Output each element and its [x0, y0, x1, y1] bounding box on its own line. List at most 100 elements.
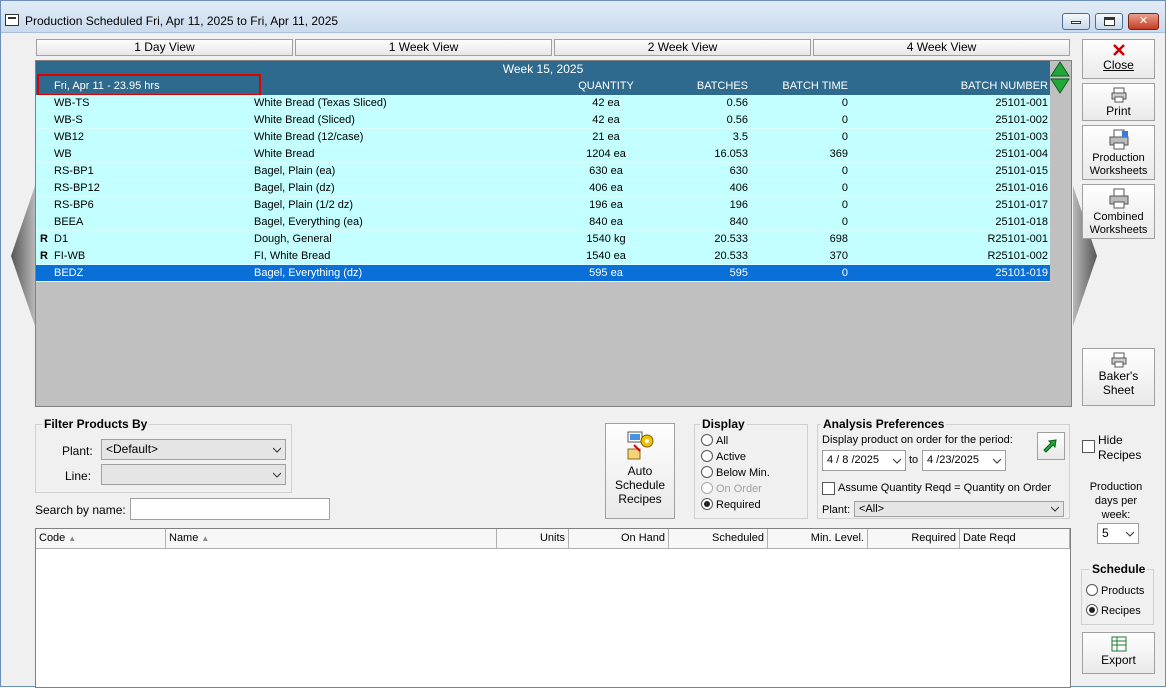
line-select[interactable]	[101, 464, 286, 485]
production-days-label: Production days per week:	[1083, 480, 1149, 522]
col-date-reqd[interactable]: Date Reqd	[960, 529, 1070, 549]
display-title: Display	[700, 417, 747, 431]
period-label: Display product on order for the period:	[822, 434, 1013, 446]
row-flag: R	[40, 233, 48, 245]
col-batches: BATCHES	[696, 80, 748, 92]
window-title: Production Scheduled Fri, Apr 11, 2025 t…	[25, 14, 339, 28]
row-name: White Bread (Texas Sliced)	[254, 97, 387, 109]
row-name: Bagel, Plain (ea)	[254, 165, 336, 177]
tab-1-day-view[interactable]: 1 Day View	[36, 39, 293, 56]
from-date-picker[interactable]: 4 / 8 /2025	[822, 450, 906, 471]
grid-row[interactable]: RS-BP12 Bagel, Plain (dz) 406 ea 406 0 25101-…	[36, 180, 1050, 197]
col-min-level[interactable]: Min. Level.	[768, 529, 868, 549]
col-batch-number: BATCH NUMBER	[960, 80, 1048, 92]
tab-1-week-view[interactable]: 1 Week View	[295, 39, 552, 56]
row-batch-number: R25101-002	[987, 250, 1048, 262]
grid-row[interactable]: WB-TS White Bread (Texas Sliced) 42 ea 0.56…	[36, 95, 1050, 112]
bakers-sheet-button[interactable]: Baker's Sheet	[1082, 348, 1155, 406]
production-worksheets-button[interactable]: Production Worksheets	[1082, 125, 1155, 180]
display-option-label: All	[716, 435, 729, 447]
grid-row[interactable]: RS-BP6 Bagel, Plain (1/2 dz) 196 ea 196 0 251…	[36, 197, 1050, 214]
row-code: BEEA	[54, 216, 84, 228]
hide-recipes-checkbox[interactable]	[1082, 440, 1095, 453]
tab-4-week-view[interactable]: 4 Week View	[813, 39, 1070, 56]
minimize-icon	[1071, 21, 1081, 24]
display-option-required[interactable]: Required	[701, 498, 761, 512]
row-code: D1	[54, 233, 69, 245]
grid-row[interactable]: BEEA Bagel, Everything (ea) 840 ea 840 0 2510…	[36, 214, 1050, 231]
chevron-down-icon	[1126, 531, 1134, 537]
col-units[interactable]: Units	[497, 529, 569, 549]
schedule-title: Schedule	[1090, 562, 1148, 576]
row-name: Bagel, Plain (dz)	[254, 182, 335, 194]
col-scheduled[interactable]: Scheduled	[669, 529, 768, 549]
schedule-products-radio[interactable]: Products	[1086, 584, 1144, 598]
row-batch-time: 369	[829, 148, 848, 160]
spreadsheet-export-icon	[1111, 636, 1126, 652]
refresh-analysis-button[interactable]	[1037, 432, 1065, 460]
maximize-button[interactable]	[1095, 13, 1123, 30]
to-date-picker[interactable]: 4 /23/2025	[922, 450, 1006, 471]
grid-row[interactable]: WB White Bread 1204 ea 16.053 369 25101-004	[36, 146, 1050, 163]
row-batches: 16.053	[714, 148, 748, 160]
plant-select[interactable]: <Default>	[101, 439, 286, 460]
row-batch-time: 0	[841, 131, 848, 143]
col-required[interactable]: Required	[868, 529, 960, 549]
row-batches: 3.5	[732, 131, 748, 143]
search-input[interactable]	[130, 498, 330, 520]
row-flag: R	[40, 250, 48, 262]
minimize-button[interactable]	[1062, 13, 1090, 30]
production-days-select[interactable]: 5	[1097, 523, 1139, 544]
green-down-arrow-icon	[1050, 78, 1070, 94]
row-batches: 0.56	[726, 114, 748, 126]
display-option-label: Required	[716, 499, 761, 511]
row-batches: 196	[729, 199, 748, 211]
analysis-title: Analysis Preferences	[821, 417, 947, 431]
analysis-plant-select[interactable]: <All>	[854, 501, 1064, 517]
close-button[interactable]: Close	[1082, 39, 1155, 79]
row-batch-time: 0	[841, 216, 848, 228]
scroll-down-button[interactable]	[1050, 78, 1070, 94]
previous-period-arrow-icon[interactable]	[11, 186, 35, 326]
row-batch-time: 370	[829, 250, 848, 262]
print-label: Print	[1106, 104, 1131, 118]
display-option-active[interactable]: Active	[701, 450, 746, 464]
chevron-down-icon	[273, 447, 281, 453]
scroll-up-button[interactable]	[1050, 61, 1070, 77]
col-name[interactable]: Name ▲	[166, 529, 497, 549]
tab-2-week-view[interactable]: 2 Week View	[554, 39, 811, 56]
prod-days-label-2: days per	[1094, 495, 1138, 507]
display-option-below-min[interactable]: Below Min.	[701, 466, 770, 480]
row-name: White Bread	[254, 148, 315, 160]
row-name: Bagel, Everything (dz)	[254, 267, 363, 279]
col-batch-time: BATCH TIME	[782, 80, 848, 92]
combined-worksheets-button[interactable]: Combined Worksheets	[1082, 184, 1155, 239]
col-on-hand[interactable]: On Hand	[569, 529, 669, 549]
plant-value: <Default>	[106, 442, 159, 456]
close-label: Close	[1103, 58, 1134, 72]
row-batch-number: 25101-001	[995, 97, 1048, 109]
grid-row[interactable]: WB-S White Bread (Sliced) 42 ea 0.56 0 25101-…	[36, 112, 1050, 129]
row-batch-number: R25101-001	[987, 233, 1048, 245]
row-name: White Bread (Sliced)	[254, 114, 355, 126]
print-button[interactable]: Print	[1082, 83, 1155, 121]
row-name: Bagel, Everything (ea)	[254, 216, 363, 228]
schedule-recipes-radio[interactable]: Recipes	[1086, 604, 1141, 618]
grid-row[interactable]: R D1 Dough, General 1540 kg 20.533 698 R25101-…	[36, 231, 1050, 248]
export-button[interactable]: Export	[1082, 632, 1155, 674]
assume-quantity-checkbox[interactable]	[822, 482, 835, 495]
radio-dot	[701, 434, 713, 446]
window-close-button[interactable]: ✕	[1128, 13, 1159, 30]
col-code[interactable]: Code ▲	[36, 529, 166, 549]
grid-row[interactable]: RS-BP1 Bagel, Plain (ea) 630 ea 630 0 25101-0…	[36, 163, 1050, 180]
row-code: RS-BP12	[54, 182, 100, 194]
grid-row[interactable]: R FI-WB FI, White Bread 1540 ea 20.533 370 R25…	[36, 248, 1050, 265]
grid-row[interactable]: WB12 White Bread (12/case) 21 ea 3.5 0 25101-…	[36, 129, 1050, 146]
row-name: White Bread (12/case)	[254, 131, 364, 143]
auto-schedule-recipes-button[interactable]: Auto Schedule Recipes	[605, 423, 675, 519]
display-option-all[interactable]: All	[701, 434, 728, 448]
row-batch-number: 25101-016	[995, 182, 1048, 194]
grid-row[interactable]: BEDZ Bagel, Everything (dz) 595 ea 595 0 2510…	[36, 265, 1050, 282]
radio-dot-selected	[1086, 604, 1098, 616]
schedule-recipes-label: Recipes	[1101, 605, 1141, 617]
